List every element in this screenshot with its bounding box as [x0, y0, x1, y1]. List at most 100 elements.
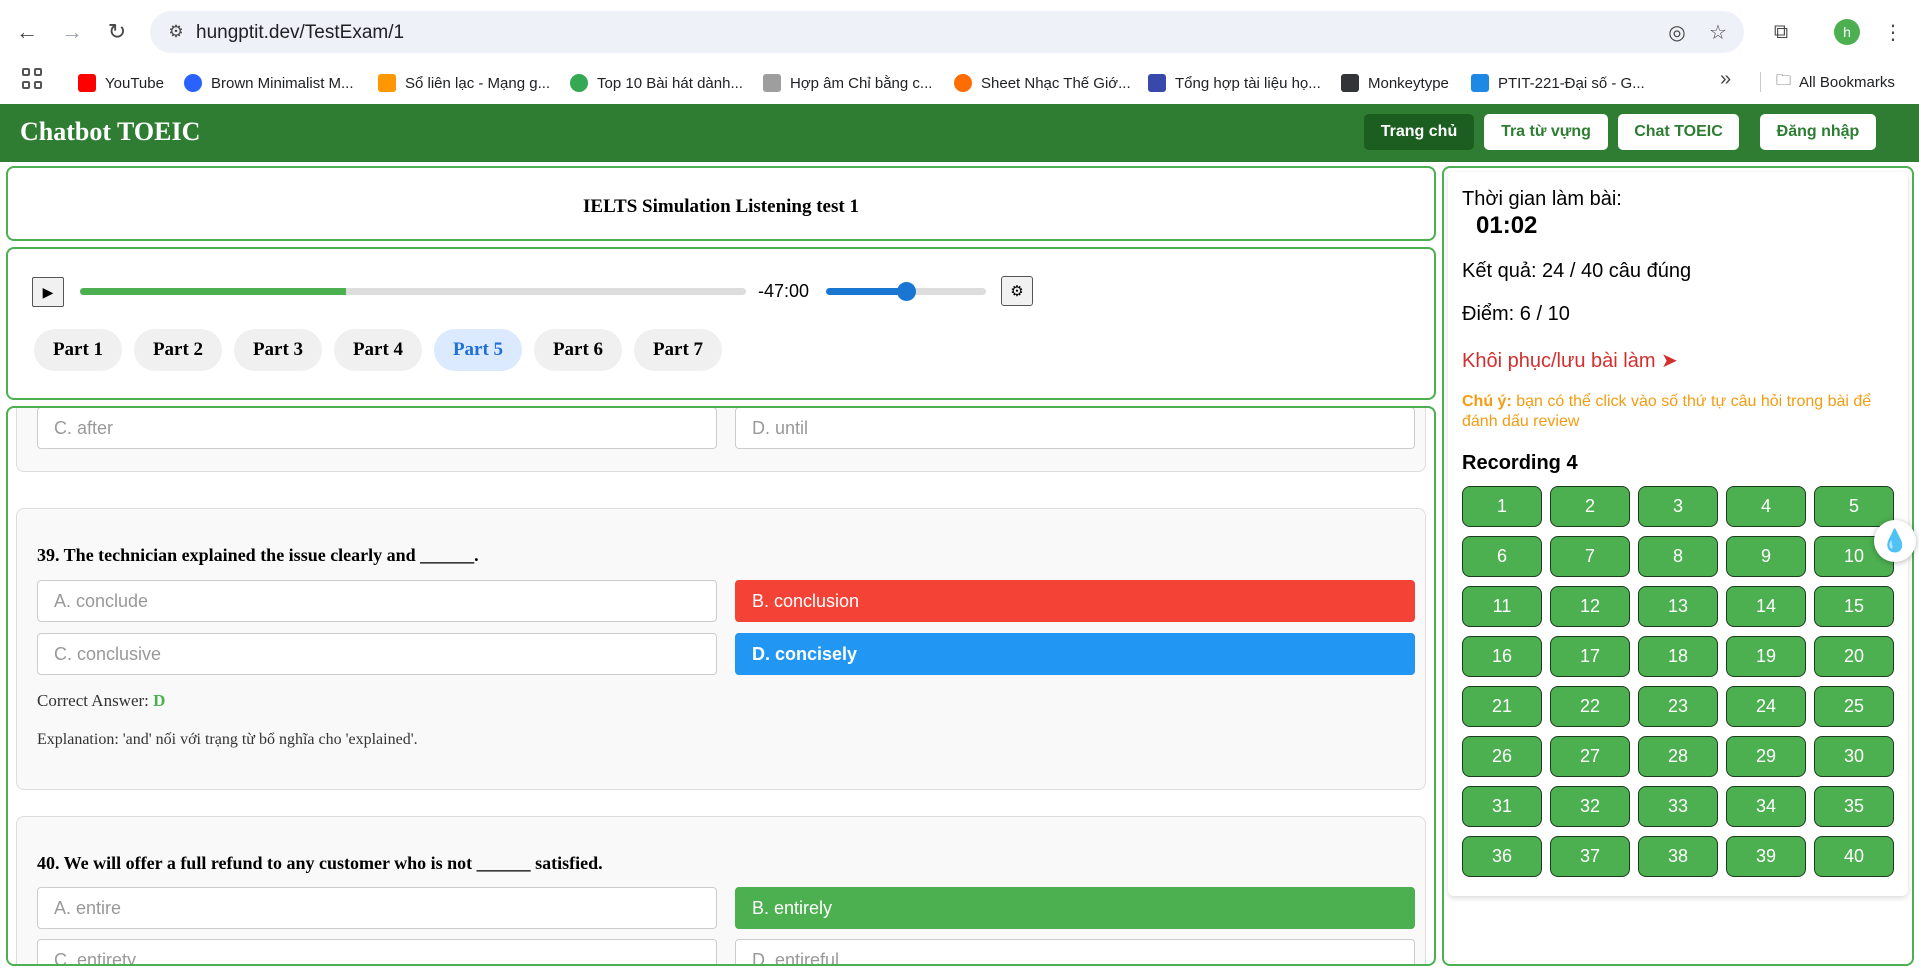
- apps-grid-icon[interactable]: [22, 68, 44, 90]
- question-number-button[interactable]: 32: [1550, 786, 1630, 827]
- explanation: Explanation: 'and' nối với trạng từ bổ n…: [37, 731, 418, 748]
- question-text[interactable]: 39. The technician explained the issue c…: [37, 545, 479, 566]
- part-tabs: Part 1 Part 2 Part 3 Part 4 Part 5 Part …: [34, 329, 722, 371]
- address-bar[interactable]: ⚙ hungptit.dev/TestExam/1 ◎ ☆: [150, 11, 1744, 53]
- question-text[interactable]: 40. We will offer a full refund to any c…: [37, 853, 603, 874]
- forward-icon[interactable]: →: [57, 17, 87, 47]
- question-number-button[interactable]: 23: [1638, 686, 1718, 727]
- eye-off-icon[interactable]: ◎: [1665, 20, 1689, 44]
- volume-fill: [826, 288, 906, 295]
- question-number-button[interactable]: 16: [1462, 636, 1542, 677]
- question-number-button[interactable]: 12: [1550, 586, 1630, 627]
- tab-part-4[interactable]: Part 4: [334, 329, 422, 371]
- question-number-button[interactable]: 28: [1638, 736, 1718, 777]
- question-number-button[interactable]: 20: [1814, 636, 1894, 677]
- question-number-button[interactable]: 21: [1462, 686, 1542, 727]
- option-b[interactable]: B. entirely: [735, 887, 1415, 929]
- tab-part-5[interactable]: Part 5: [434, 329, 522, 371]
- option-b[interactable]: B. conclusion: [735, 580, 1415, 622]
- volume-slider[interactable]: [826, 282, 986, 301]
- question-number-button[interactable]: 8: [1638, 536, 1718, 577]
- question-number-button[interactable]: 2: [1550, 486, 1630, 527]
- profile-avatar[interactable]: h: [1834, 19, 1860, 45]
- option-d[interactable]: D. until: [735, 408, 1415, 449]
- vocab-button[interactable]: Tra từ vựng: [1484, 114, 1608, 150]
- tab-part-3[interactable]: Part 3: [234, 329, 322, 371]
- tab-part-2[interactable]: Part 2: [134, 329, 222, 371]
- restore-link[interactable]: Khôi phục/lưu bài làm ➤: [1462, 348, 1678, 373]
- bookmark-item[interactable]: Brown Minimalist M...: [184, 70, 354, 96]
- all-bookmarks[interactable]: 🗀 All Bookmarks: [1776, 70, 1895, 95]
- star-icon[interactable]: ☆: [1706, 20, 1730, 44]
- tab-part-7[interactable]: Part 7: [634, 329, 722, 371]
- app-title[interactable]: Chatbot TOEIC: [20, 117, 200, 147]
- bookmark-item[interactable]: Sổ liên lạc - Mạng g...: [378, 70, 550, 96]
- question-number-button[interactable]: 40: [1814, 836, 1894, 877]
- question-number-button[interactable]: 31: [1462, 786, 1542, 827]
- audio-progress-bar[interactable]: [80, 288, 746, 295]
- option-a[interactable]: A. conclude: [37, 580, 717, 622]
- play-button[interactable]: ▶: [32, 277, 64, 307]
- tab-part-6[interactable]: Part 6: [534, 329, 622, 371]
- question-number-button[interactable]: 5: [1814, 486, 1894, 527]
- question-number-button[interactable]: 24: [1726, 686, 1806, 727]
- question-number-button[interactable]: 1: [1462, 486, 1542, 527]
- bookmark-item[interactable]: Top 10 Bài hát dành...: [570, 70, 743, 96]
- question-number-button[interactable]: 34: [1726, 786, 1806, 827]
- question-number-button[interactable]: 37: [1550, 836, 1630, 877]
- question-number-button[interactable]: 27: [1550, 736, 1630, 777]
- question-number-button[interactable]: 26: [1462, 736, 1542, 777]
- url-text[interactable]: hungptit.dev/TestExam/1: [196, 22, 404, 44]
- droplet-icon[interactable]: 💧: [1874, 520, 1916, 562]
- question-number-button[interactable]: 22: [1550, 686, 1630, 727]
- player-settings-button[interactable]: ⚙: [1001, 276, 1033, 306]
- question-number-button[interactable]: 29: [1726, 736, 1806, 777]
- bookmark-item[interactable]: Hợp âm Chỉ bằng c...: [763, 70, 932, 96]
- question-number-button[interactable]: 35: [1814, 786, 1894, 827]
- question-number-button[interactable]: 30: [1814, 736, 1894, 777]
- site-info-icon[interactable]: ⚙: [165, 21, 187, 43]
- bookmark-item[interactable]: PTIT-221-Đại số - G...: [1471, 70, 1645, 96]
- question-number-button[interactable]: 15: [1814, 586, 1894, 627]
- option-d[interactable]: D. concisely: [735, 633, 1415, 675]
- reload-icon[interactable]: ↻: [102, 17, 132, 47]
- correct-answer: Correct Answer: D: [37, 691, 166, 710]
- question-number-button[interactable]: 25: [1814, 686, 1894, 727]
- question-number-button[interactable]: 36: [1462, 836, 1542, 877]
- question-number-button[interactable]: 38: [1638, 836, 1718, 877]
- chat-button[interactable]: Chat TOEIC: [1618, 114, 1739, 150]
- bookmark-item[interactable]: Monkeytype: [1341, 70, 1449, 96]
- extensions-icon[interactable]: ⧉: [1766, 17, 1796, 47]
- kebab-menu-icon[interactable]: ⋮: [1878, 17, 1908, 47]
- question-number-button[interactable]: 11: [1462, 586, 1542, 627]
- question-number-button[interactable]: 7: [1550, 536, 1630, 577]
- login-button[interactable]: Đăng nhập: [1760, 114, 1876, 150]
- option-d[interactable]: D. entireful: [735, 939, 1415, 964]
- question-number-button[interactable]: 18: [1638, 636, 1718, 677]
- option-c[interactable]: C. entirety: [37, 939, 717, 964]
- bookmark-item[interactable]: Tổng hợp tài liệu họ...: [1148, 70, 1321, 96]
- question-list[interactable]: C. after D. until 39. The technician exp…: [6, 406, 1436, 966]
- result-sidebar: Thời gian làm bài: 01:02 Kết quả: 24 / 4…: [1442, 166, 1914, 966]
- bookmark-item[interactable]: Sheet Nhạc Thế Giớ...: [954, 70, 1131, 96]
- question-number-button[interactable]: 3: [1638, 486, 1718, 527]
- option-a[interactable]: A. entire: [37, 887, 717, 929]
- back-icon[interactable]: ←: [12, 17, 42, 47]
- question-number-button[interactable]: 13: [1638, 586, 1718, 627]
- question-number-button[interactable]: 6: [1462, 536, 1542, 577]
- tab-part-1[interactable]: Part 1: [34, 329, 122, 371]
- question-number-button[interactable]: 19: [1726, 636, 1806, 677]
- bookmark-item[interactable]: YouTube: [78, 70, 164, 96]
- option-c[interactable]: C. conclusive: [37, 633, 717, 675]
- option-c[interactable]: C. after: [37, 408, 717, 449]
- question-number-button[interactable]: 33: [1638, 786, 1718, 827]
- question-number-button[interactable]: 17: [1550, 636, 1630, 677]
- home-button[interactable]: Trang chủ: [1364, 114, 1474, 150]
- volume-thumb[interactable]: [897, 282, 916, 301]
- question-number-button[interactable]: 39: [1726, 836, 1806, 877]
- question-number-button[interactable]: 9: [1726, 536, 1806, 577]
- question-number-button[interactable]: 14: [1726, 586, 1806, 627]
- more-bookmarks-icon[interactable]: »: [1720, 68, 1731, 91]
- question-number-button[interactable]: 4: [1726, 486, 1806, 527]
- chrome-icon: [570, 74, 588, 92]
